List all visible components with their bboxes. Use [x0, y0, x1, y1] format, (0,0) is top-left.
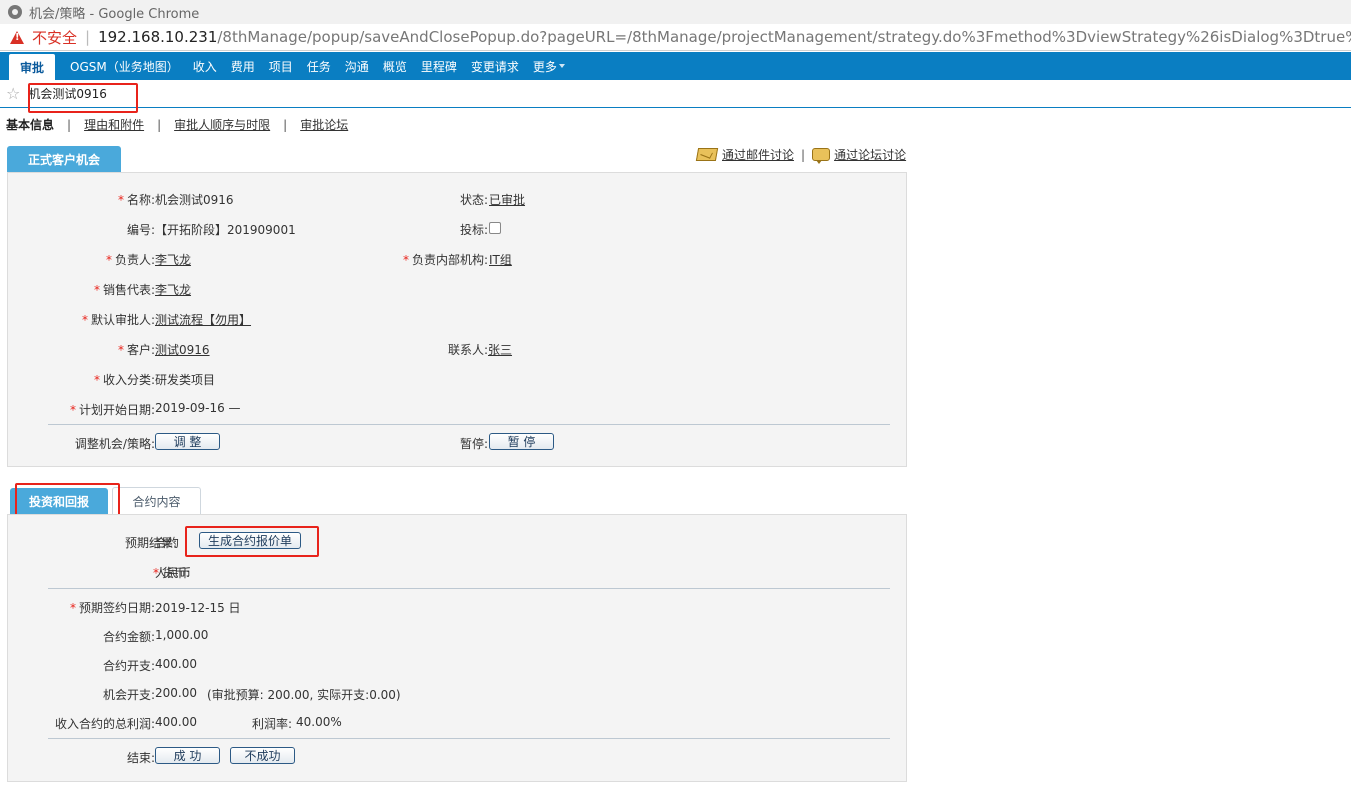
- approver-value[interactable]: 测试流程【勿用】: [155, 311, 251, 328]
- title-row: ☆ 机会测试0916: [0, 80, 1351, 108]
- end-label: 结束:: [126, 751, 155, 765]
- window-title: 机会/策略 - Google Chrome: [29, 6, 200, 22]
- start-date-label: 计划开始日期:: [78, 403, 155, 417]
- star-icon[interactable]: ☆: [6, 84, 20, 103]
- forum-icon[interactable]: [812, 148, 831, 164]
- nav-item-task[interactable]: 任务: [300, 52, 338, 80]
- tab-investment-return[interactable]: 投资和回报: [10, 488, 108, 514]
- browser-title-bar: 机会/策略 - Google Chrome: [0, 0, 1351, 24]
- subnav-basic-info[interactable]: 基本信息: [6, 116, 54, 133]
- nav-item-expense[interactable]: 费用: [224, 52, 262, 80]
- nav-item-milestone[interactable]: 里程碑: [414, 52, 464, 80]
- contract-cost-value: 400.00: [155, 657, 197, 671]
- insecure-label[interactable]: 不安全: [32, 27, 77, 48]
- bid-checkbox[interactable]: [489, 222, 501, 234]
- profit-label: 收入合约的总利润:: [54, 717, 155, 731]
- pause-button[interactable]: 暂 停: [489, 433, 554, 450]
- generate-quote-button[interactable]: 生成合约报价单: [199, 532, 301, 549]
- sign-date-value: 2019-12-15 日: [155, 601, 241, 615]
- subnav-reasons[interactable]: 理由和附件: [84, 116, 144, 133]
- basic-info-panel: * 名称: 机会测试0916 状态: 已审批 编号: 【开拓阶段】20190900…: [7, 172, 907, 467]
- approver-label: 默认审批人:: [90, 313, 155, 327]
- subnav-approvers[interactable]: 审批人顺序与时限: [174, 116, 270, 133]
- dept-value[interactable]: IT组: [489, 251, 512, 268]
- sales-value[interactable]: 李飞龙: [155, 281, 191, 298]
- sign-date-label: 预期签约日期:: [78, 601, 155, 615]
- divider: [48, 738, 890, 739]
- fail-button[interactable]: 不成功: [230, 747, 295, 764]
- opp-cost-note: (审批预算: 200.00, 实际开支:0.00): [207, 688, 401, 702]
- currency-value: 人民币: [155, 566, 192, 580]
- nav-item-communication[interactable]: 沟通: [338, 52, 376, 80]
- contact-label: 联系人:: [447, 343, 488, 357]
- category-value: 研发类项目: [155, 373, 216, 387]
- nav-item-ogsm[interactable]: OGSM（业务地图）: [63, 52, 186, 80]
- expected-value: 合约: [155, 536, 180, 550]
- divider: [48, 424, 890, 425]
- customer-value[interactable]: 测试0916: [155, 341, 210, 358]
- nav-item-approval[interactable]: 审批: [9, 54, 56, 80]
- warning-icon[interactable]: [10, 30, 24, 44]
- amount-value: 1,000.00: [155, 628, 209, 642]
- opp-cost-value: 200.00: [155, 686, 197, 700]
- start-date-value: 2019-09-16 —: [155, 401, 241, 415]
- name-value: 机会测试0916: [155, 193, 234, 207]
- owner-label: 负责人:: [114, 253, 155, 267]
- sales-label: 销售代表:: [102, 283, 155, 297]
- subnav-forum[interactable]: 审批论坛: [300, 116, 348, 133]
- adjust-button[interactable]: 调 整: [155, 433, 220, 450]
- nav-item-income[interactable]: 收入: [186, 52, 224, 80]
- name-label: 名称:: [126, 193, 155, 207]
- pause-label: 暂停:: [459, 437, 488, 451]
- nav-item-more[interactable]: 更多: [526, 52, 572, 80]
- nav-item-overview[interactable]: 概览: [376, 52, 414, 80]
- bid-label: 投标:: [459, 223, 488, 237]
- tab-formal-opportunity[interactable]: 正式客户机会: [7, 146, 121, 172]
- investment-panel: 预期结果: 合约 生成合约报价单 * 货币: 人民币 * 预期签约日期: 2019-…: [7, 514, 907, 782]
- discuss-email-link[interactable]: 通过邮件讨论: [722, 146, 794, 163]
- customer-label: 客户:: [126, 343, 155, 357]
- main-nav: 审批 OGSM（业务地图） 收入 费用 项目 任务 沟通 概览 里程碑 变更请求…: [0, 52, 1351, 80]
- owner-value[interactable]: 李飞龙: [155, 251, 191, 268]
- adjust-label: 调整机会/策略:: [74, 437, 155, 451]
- url-path[interactable]: /8thManage/popup/saveAndClosePopup.do?pa…: [217, 28, 1351, 46]
- profit-value: 400.00: [155, 715, 197, 729]
- success-button[interactable]: 成 功: [155, 747, 220, 764]
- code-label: 编号:: [126, 223, 155, 237]
- margin-label: 利润率:: [252, 717, 293, 731]
- dept-label: 负责内部机构:: [411, 253, 488, 267]
- mail-icon[interactable]: [695, 148, 719, 161]
- opp-cost-label: 机会开支:: [102, 688, 155, 702]
- page-title: 机会测试0916: [28, 87, 107, 101]
- discuss-forum-link[interactable]: 通过论坛讨论: [834, 146, 906, 163]
- url-host[interactable]: 192.168.10.231: [98, 28, 217, 46]
- address-separator: |: [85, 28, 91, 46]
- chrome-icon: [8, 5, 22, 19]
- status-value[interactable]: 已审批: [489, 191, 525, 208]
- address-bar[interactable]: 不安全 | 192.168.10.231 /8thManage/popup/sa…: [0, 24, 1351, 51]
- code-value: 【开拓阶段】201909001: [155, 223, 296, 237]
- nav-item-change-request[interactable]: 变更请求: [464, 52, 526, 80]
- tab-contract-content[interactable]: 合约内容: [112, 487, 201, 515]
- sub-nav: 基本信息 | 理由和附件 | 审批人顺序与时限 | 审批论坛: [6, 116, 349, 133]
- discuss-links: 通过邮件讨论 | 通过论坛讨论: [695, 146, 906, 164]
- category-label: 收入分类:: [102, 373, 155, 387]
- contact-value[interactable]: 张三: [488, 341, 512, 358]
- divider: [48, 588, 890, 589]
- nav-item-project[interactable]: 项目: [262, 52, 300, 80]
- contract-cost-label: 合约开支:: [102, 659, 155, 673]
- margin-value: 40.00%: [296, 715, 342, 729]
- status-label: 状态:: [459, 193, 488, 207]
- amount-label: 合约金额:: [102, 630, 155, 644]
